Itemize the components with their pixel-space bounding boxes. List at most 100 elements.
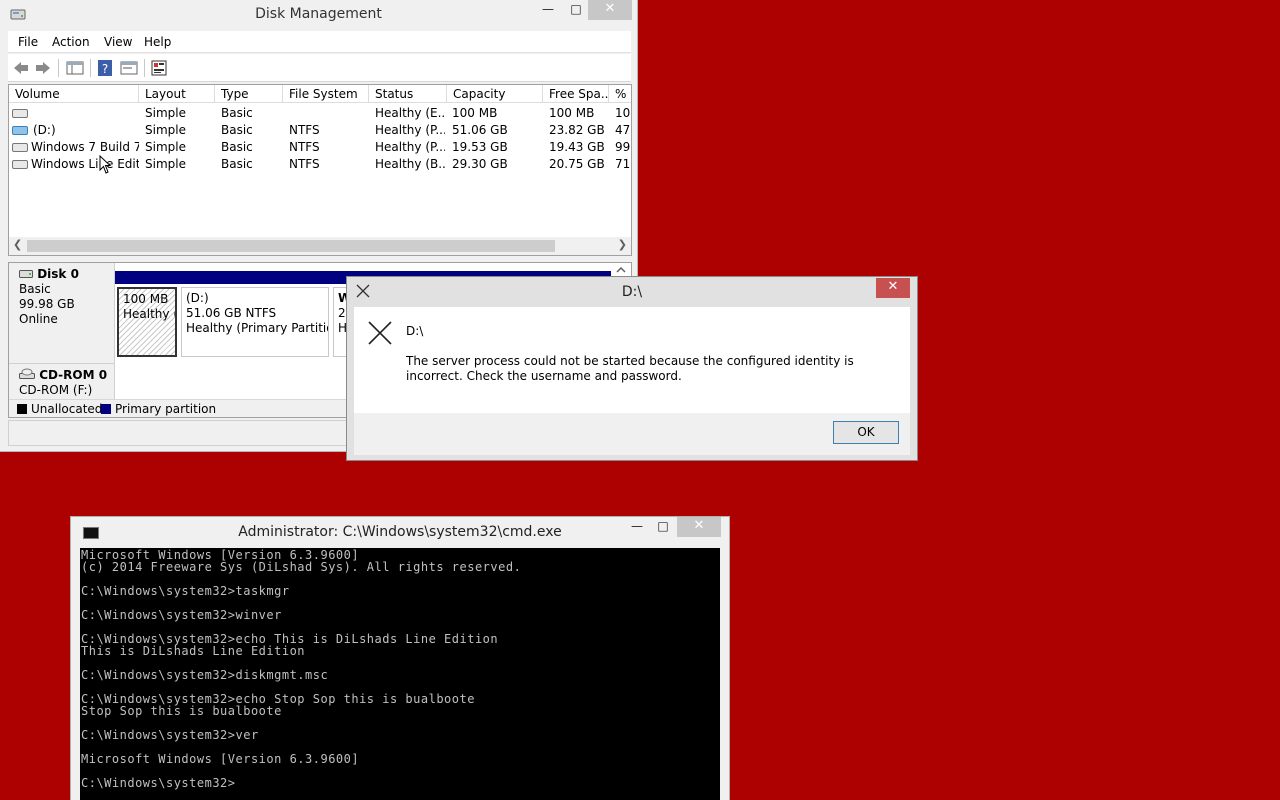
console-line: This is DiLshads Line Edition bbox=[81, 644, 306, 658]
partition-size: 100 MB bbox=[123, 292, 169, 306]
volume-free-space: 23.82 GB bbox=[549, 123, 605, 137]
console-line: Stop Sop this is bualboote bbox=[81, 704, 282, 718]
scrollbar-thumb[interactable] bbox=[27, 240, 555, 252]
volume-list: Volume Layout Type File System Status Ca… bbox=[8, 84, 632, 256]
volume-row[interactable]: Windows 7 Build 7... Simple Basic NTFS H… bbox=[9, 139, 631, 156]
dialog-titlebar[interactable]: D:\ ✕ bbox=[347, 277, 917, 307]
partition-status: Healthy (Primary Partition bbox=[186, 321, 329, 335]
toolbar-separator bbox=[90, 59, 91, 77]
volume-row[interactable]: (D:) Simple Basic NTFS Healthy (P... 51.… bbox=[9, 122, 631, 139]
help-icon[interactable]: ? bbox=[96, 59, 114, 77]
minimize-button[interactable]: — bbox=[534, 0, 562, 20]
close-button[interactable]: ✕ bbox=[588, 0, 632, 20]
volume-row[interactable]: Simple Basic Healthy (E... 100 MB 100 MB… bbox=[9, 105, 631, 122]
cdrom-0-drive: CD-ROM (F:) bbox=[19, 383, 93, 397]
volume-type: Basic bbox=[221, 106, 253, 120]
volume-free-space: 100 MB bbox=[549, 106, 595, 120]
error-dialog: D:\ ✕ D:\ The server process could not b… bbox=[346, 276, 918, 461]
dialog-footer: OK bbox=[354, 413, 910, 455]
column-volume[interactable]: Volume bbox=[9, 85, 139, 103]
partition-color-bar bbox=[179, 271, 331, 284]
dialog-close-button[interactable]: ✕ bbox=[876, 278, 910, 298]
column-layout[interactable]: Layout bbox=[139, 85, 215, 103]
volume-type: Basic bbox=[221, 140, 253, 154]
dialog-path: D:\ bbox=[406, 324, 424, 338]
column-file-system[interactable]: File System bbox=[283, 85, 369, 103]
error-x-icon bbox=[368, 321, 392, 345]
partition-label: (D:) bbox=[186, 291, 209, 305]
partition-d[interactable]: (D:) 51.06 GB NTFS Healthy (Primary Part… bbox=[179, 271, 331, 357]
toolbar: ? bbox=[8, 54, 631, 82]
cmd-maximize-button[interactable]: □ bbox=[649, 517, 677, 537]
volume-type: Basic bbox=[221, 157, 253, 171]
mouse-cursor-icon bbox=[99, 155, 112, 174]
volume-percent-free: 100 bbox=[615, 106, 631, 120]
svg-text:?: ? bbox=[102, 62, 108, 76]
volume-percent-free: 47 bbox=[615, 123, 631, 137]
volume-name: (D:) bbox=[33, 123, 56, 137]
partition-body: (D:) 51.06 GB NTFS Healthy (Primary Part… bbox=[181, 287, 329, 357]
legend-unallocated-label: Unallocated bbox=[31, 402, 103, 416]
console-line: C:\Windows\system32>ver bbox=[81, 728, 259, 742]
scroll-left-icon[interactable]: ❮ bbox=[13, 238, 22, 251]
volume-capacity: 51.06 GB bbox=[452, 123, 508, 137]
cmd-titlebar[interactable]: Administrator: C:\Windows\system32\cmd.e… bbox=[71, 517, 729, 547]
cmd-close-button[interactable]: ✕ bbox=[677, 517, 721, 537]
disk-0-type: Basic bbox=[19, 282, 51, 296]
ok-button[interactable]: OK bbox=[833, 421, 899, 444]
volume-free-space: 19.43 GB bbox=[549, 140, 605, 154]
cmd-minimize-button[interactable]: — bbox=[623, 517, 651, 537]
forward-arrow-icon[interactable] bbox=[34, 59, 52, 77]
menu-action[interactable]: Action bbox=[52, 35, 90, 49]
disk-0-label[interactable]: Disk 0 Basic 99.98 GB Online bbox=[9, 263, 115, 363]
legend-unallocated-swatch bbox=[17, 404, 27, 414]
volume-percent-free: 71 bbox=[615, 157, 631, 171]
show-hide-action-pane-icon[interactable] bbox=[120, 59, 138, 77]
volume-file-system: NTFS bbox=[289, 140, 320, 154]
cd-drive-icon bbox=[19, 368, 35, 379]
column-status[interactable]: Status bbox=[369, 85, 447, 103]
volume-layout: Simple bbox=[145, 123, 186, 137]
volume-type: Basic bbox=[221, 123, 253, 137]
menu-help[interactable]: Help bbox=[144, 35, 171, 49]
legend-primary-swatch bbox=[101, 404, 111, 414]
console-line: C:\Windows\system32>winver bbox=[81, 608, 282, 622]
volume-status: Healthy (E... bbox=[375, 106, 445, 120]
column-type[interactable]: Type bbox=[215, 85, 283, 103]
cdrom-0-name: CD-ROM 0 bbox=[19, 368, 114, 383]
console-line: C:\Windows\system32> bbox=[81, 776, 236, 790]
column-capacity[interactable]: Capacity bbox=[447, 85, 543, 103]
partition-body: 100 MB Healthy ( bbox=[117, 287, 177, 357]
dialog-message: The server process could not be started … bbox=[406, 354, 854, 383]
scroll-up-icon[interactable] bbox=[615, 265, 627, 275]
column-free-space[interactable]: Free Spa... bbox=[543, 85, 609, 103]
show-hide-console-tree-icon[interactable] bbox=[66, 59, 84, 77]
menu-file[interactable]: File bbox=[18, 35, 38, 49]
console-line: Microsoft Windows [Version 6.3.9600] bbox=[81, 752, 360, 766]
cdrom-0-label[interactable]: CD-ROM 0 CD-ROM (F:) bbox=[9, 363, 115, 403]
command-prompt-window: Administrator: C:\Windows\system32\cmd.e… bbox=[70, 516, 730, 800]
drive-blue-icon bbox=[12, 126, 28, 135]
drive-icon bbox=[12, 160, 28, 169]
volume-capacity: 29.30 GB bbox=[452, 157, 508, 171]
volume-status: Healthy (B... bbox=[375, 157, 445, 171]
volume-layout: Simple bbox=[145, 140, 186, 154]
back-arrow-icon[interactable] bbox=[12, 59, 30, 77]
cdrom-0-name-text: CD-ROM 0 bbox=[39, 368, 108, 382]
volume-layout: Simple bbox=[145, 106, 186, 120]
column-percent-free[interactable]: % F bbox=[609, 85, 631, 103]
drive-icon bbox=[12, 143, 28, 152]
volume-capacity: 19.53 GB bbox=[452, 140, 508, 154]
scroll-right-icon[interactable]: ❯ bbox=[618, 238, 627, 251]
properties-icon[interactable] bbox=[150, 59, 168, 77]
console-output[interactable]: Microsoft Windows [Version 6.3.9600] (c) … bbox=[80, 548, 720, 800]
console-line: (c) 2014 Freeware Sys (DiLshad Sys). All… bbox=[81, 560, 522, 574]
disk-management-titlebar[interactable]: Disk Management — □ ✕ bbox=[0, 0, 637, 30]
partition-size: 51.06 GB NTFS bbox=[186, 306, 277, 320]
dialog-body: D:\ The server process could not be star… bbox=[354, 307, 910, 413]
horizontal-scrollbar[interactable]: ❮ ❯ bbox=[9, 237, 631, 255]
partition-color-bar bbox=[115, 271, 179, 284]
partition-system-reserved[interactable]: 100 MB Healthy ( bbox=[115, 271, 179, 357]
maximize-button[interactable]: □ bbox=[562, 0, 590, 20]
menu-view[interactable]: View bbox=[104, 35, 132, 49]
